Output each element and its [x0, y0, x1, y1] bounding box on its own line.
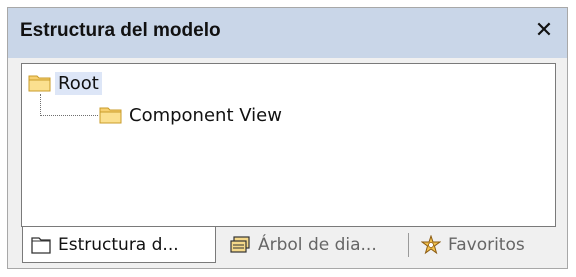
tab-model-tree[interactable]: Estructura d... [22, 227, 216, 263]
tab-label: Árbol de dia... [258, 235, 377, 255]
tab-favorites[interactable]: Favoritos [421, 227, 556, 263]
model-tree-icon [31, 236, 51, 254]
tree-connector-line [40, 94, 98, 116]
tab-label: Estructura d... [58, 234, 179, 255]
panel-titlebar: Estructura del modelo ✕ [8, 8, 567, 58]
tab-diagram-tree[interactable]: Árbol de dia... [229, 227, 399, 263]
diagram-tree-icon [229, 236, 251, 254]
panel-title: Estructura del modelo [20, 20, 221, 41]
tree-view[interactable]: Root Component View [21, 63, 556, 227]
tree-node-component-view[interactable]: Component View [99, 102, 285, 128]
tree-node-label: Component View [129, 104, 282, 126]
tab-separator [408, 233, 409, 257]
tree-node-root[interactable]: Root [28, 70, 102, 96]
close-button[interactable]: ✕ [531, 18, 557, 44]
folder-icon [28, 73, 52, 93]
tree-node-label: Root [55, 71, 102, 95]
tab-label: Favoritos [448, 235, 525, 255]
folder-icon [99, 105, 123, 125]
favorites-icon [421, 235, 441, 255]
tab-bar: Estructura d... Árbol de dia... Favorito… [21, 227, 556, 265]
model-tree-window: Estructura del modelo ✕ Root Component V… [7, 7, 568, 269]
